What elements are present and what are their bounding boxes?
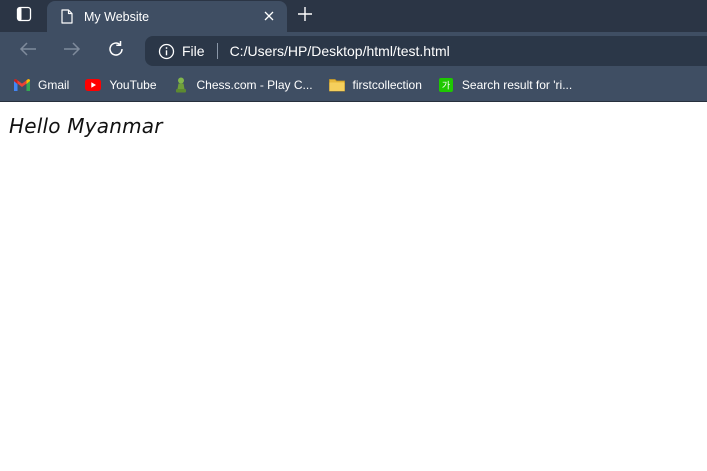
- new-tab-button[interactable]: [292, 4, 318, 28]
- reload-icon: [107, 40, 125, 63]
- bookmarks-bar: Gmail YouTube Chess.com - Play C... firs…: [0, 69, 707, 101]
- browser-toolbar: File C:/Users/HP/Desktop/html/test.html: [0, 32, 707, 69]
- back-button[interactable]: [13, 36, 43, 66]
- tab-actions-icon: [16, 6, 32, 27]
- forward-button[interactable]: [57, 36, 87, 66]
- bookmark-label: YouTube: [109, 78, 157, 92]
- bookmark-label: Chess.com - Play C...: [196, 78, 313, 92]
- address-scheme-label: File: [182, 43, 205, 59]
- bookmark-label: Gmail: [38, 78, 70, 92]
- address-divider: [216, 43, 218, 59]
- bookmark-gmail[interactable]: Gmail: [7, 72, 76, 98]
- forward-arrow-icon: [63, 41, 81, 62]
- plus-icon: [297, 6, 313, 27]
- tab-strip: My Website: [0, 0, 707, 32]
- bookmark-search-result[interactable]: 가 Search result for 'ri...: [431, 72, 579, 98]
- svg-text:가: 가: [442, 81, 450, 92]
- address-bar[interactable]: File C:/Users/HP/Desktop/html/test.html: [145, 36, 707, 66]
- page-content: Hello Myanmar: [0, 102, 707, 471]
- bookmark-chess[interactable]: Chess.com - Play C...: [166, 72, 320, 98]
- bookmark-youtube[interactable]: YouTube: [78, 72, 163, 98]
- info-icon[interactable]: [157, 42, 175, 60]
- page-icon: [59, 9, 75, 25]
- gmail-icon: [14, 77, 30, 93]
- close-icon: [264, 8, 274, 26]
- folder-icon: [328, 77, 345, 93]
- bookmark-folder-firstcollection[interactable]: firstcollection: [322, 72, 429, 98]
- bookmark-label: Search result for 'ri...: [461, 78, 573, 92]
- bookmark-label: firstcollection: [352, 78, 422, 92]
- chess-pawn-icon: [173, 77, 189, 93]
- address-url[interactable]: C:/Users/HP/Desktop/html/test.html: [230, 43, 450, 59]
- page-heading-text: Hello Myanmar: [9, 114, 163, 138]
- back-arrow-icon: [19, 41, 37, 62]
- korean-dictionary-icon: 가: [438, 77, 454, 93]
- close-tab-button[interactable]: [259, 7, 279, 27]
- tab-actions-button[interactable]: [6, 4, 42, 28]
- tab-title: My Website: [84, 9, 150, 24]
- active-tab[interactable]: My Website: [47, 1, 287, 32]
- youtube-icon: [85, 77, 102, 93]
- reload-button[interactable]: [101, 36, 131, 66]
